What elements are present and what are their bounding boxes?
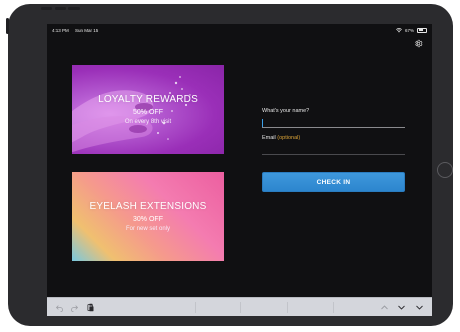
status-left: 4:13 PM Sun Mar 15 [52, 28, 103, 33]
chevron-up-icon[interactable] [380, 303, 389, 312]
name-input[interactable] [262, 116, 405, 128]
top-button [55, 7, 66, 10]
status-date: Sun Mar 15 [75, 27, 99, 33]
side-button [6, 18, 9, 34]
battery-level [418, 29, 424, 31]
redo-icon[interactable] [70, 303, 79, 312]
promo-card-eyelash[interactable]: EYELASH EXTENSIONS 30% OFF For new set o… [72, 172, 224, 261]
home-button[interactable] [437, 162, 453, 178]
keyboard-dismiss-icon[interactable] [415, 303, 424, 312]
paste-icon[interactable] [86, 303, 95, 312]
name-label: What's your name? [262, 108, 310, 114]
promo-discount: 30% OFF [133, 216, 163, 223]
top-button [41, 7, 52, 10]
promo-note: For new set only [125, 226, 171, 232]
keyboard-shortcut-bar [47, 297, 432, 316]
name-field-wrap [262, 116, 405, 128]
promo-title: EYELASH EXTENSIONS [89, 201, 207, 212]
status-right: 67% [395, 27, 427, 33]
screen: 4:13 PM Sun Mar 15 67% LOYALTY REWARDS 5… [47, 24, 432, 316]
check-in-form: What's your name? Email (optional) [262, 108, 405, 155]
email-label-row: Email (optional) [262, 135, 405, 141]
status-bar: 4:13 PM Sun Mar 15 67% [47, 24, 432, 36]
power-button [68, 7, 80, 10]
text-caret [262, 119, 263, 127]
check-in-button[interactable]: CHECK IN [262, 172, 405, 192]
status-time: 4:13 PM [52, 27, 69, 33]
chevron-down-icon[interactable] [397, 303, 406, 312]
undo-icon[interactable] [55, 303, 64, 312]
promo-card-loyalty[interactable]: LOYALTY REWARDS 50% OFF On every 8th vis… [72, 65, 224, 154]
promo-title: LOYALTY REWARDS [98, 94, 198, 105]
promo-note: On every 8th visit [124, 119, 172, 125]
email-label: Email [262, 135, 276, 141]
separator [240, 302, 241, 313]
email-optional-hint: (optional) [277, 135, 301, 141]
separator [195, 302, 196, 313]
gear-icon[interactable] [414, 39, 423, 48]
separator [287, 302, 288, 313]
wifi-icon [395, 27, 402, 32]
battery-percent: 67% [404, 27, 414, 33]
email-input[interactable] [262, 143, 405, 155]
promo-discount: 50% OFF [133, 109, 163, 116]
battery-icon [417, 27, 427, 33]
tablet-frame: 4:13 PM Sun Mar 15 67% LOYALTY REWARDS 5… [6, 4, 453, 326]
separator [333, 302, 334, 313]
